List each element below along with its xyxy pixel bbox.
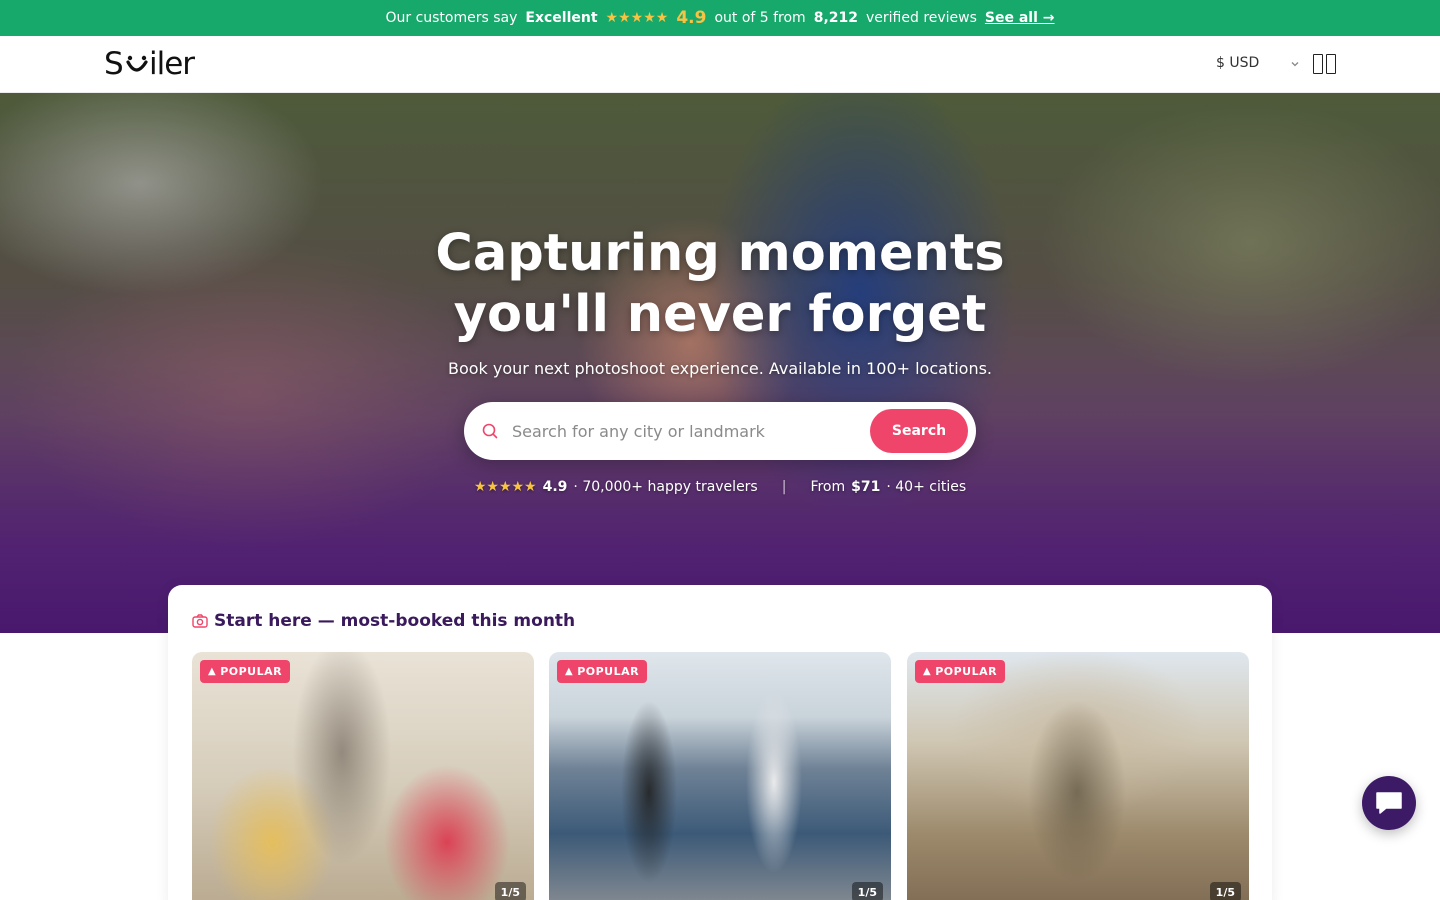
stats-rating: 4.9 (542, 479, 568, 495)
stats-cities: · 40+ cities (886, 479, 967, 495)
popular-badge: ▲ POPULAR (557, 660, 648, 683)
review-score: 4.9 (676, 8, 707, 28)
popular-heading: Start here — most-booked this month (192, 611, 575, 631)
menu-icon[interactable] (1313, 54, 1337, 76)
review-out-of: out of 5 from (714, 10, 806, 26)
svg-text:iler: iler (149, 46, 195, 82)
hero-title: Capturing moments you'll never forget (370, 223, 1070, 345)
site-header: S iler $ USD (0, 36, 1440, 93)
image-counter: 1/5 (1209, 882, 1241, 900)
popular-card[interactable]: ▲ POPULAR 1/5 (907, 652, 1249, 900)
popular-card[interactable]: ▲ POPULAR 1/5 (549, 652, 891, 900)
badge-label: POPULAR (935, 665, 998, 678)
currency-label: $ USD (1216, 55, 1260, 71)
chat-icon (1376, 792, 1402, 814)
stats-travelers: · 70,000+ happy travelers (573, 479, 758, 495)
popular-panel: Start here — most-booked this month ▲ PO… (168, 585, 1272, 900)
hero-content: Capturing moments you'll never forget Bo… (0, 93, 1440, 633)
hero-section: Capturing moments you'll never forget Bo… (0, 93, 1440, 633)
review-banner: Our customers say Excellent ★★★★★ 4.9 ou… (0, 0, 1440, 36)
chevron-down-icon[interactable] (1289, 58, 1301, 70)
logo[interactable]: S iler (104, 46, 219, 82)
svg-text:S: S (104, 46, 123, 82)
flame-icon: ▲ (565, 666, 574, 677)
review-count: 8,212 (813, 10, 858, 26)
currency-selector[interactable]: $ USD (1216, 55, 1259, 71)
hero-stats: ★★★★★ 4.9 · 70,000+ happy travelers | Fr… (370, 479, 1070, 495)
stats-price: $71 (851, 479, 881, 495)
flame-icon: ▲ (923, 666, 932, 677)
review-verified: verified reviews (866, 10, 977, 26)
stats-from: From (810, 479, 846, 495)
review-stars: ★★★★★ (605, 10, 669, 26)
badge-label: POPULAR (220, 665, 283, 678)
menu-icon-left (1313, 54, 1323, 74)
flame-icon: ▲ (208, 666, 217, 677)
menu-icon-right (1326, 54, 1336, 74)
search-icon (482, 423, 498, 439)
badge-label: POPULAR (577, 665, 640, 678)
hero-title-line1: Capturing moments (435, 224, 1005, 283)
popular-heading-text: Start here — most-booked this month (214, 611, 576, 631)
popular-card[interactable]: ▲ POPULAR 1/5 (192, 652, 534, 900)
logo-mark: S iler (104, 46, 196, 82)
review-rating-word: Excellent (525, 10, 598, 26)
search-input[interactable] (512, 416, 862, 446)
image-counter: 1/5 (851, 882, 883, 900)
popular-badge: ▲ POPULAR (915, 660, 1006, 683)
see-all-reviews-link[interactable]: See all → (985, 10, 1055, 26)
stats-stars: ★★★★★ (473, 479, 537, 495)
search-button[interactable]: Search (870, 409, 968, 453)
stats-divider: | (781, 479, 787, 495)
hero-subtitle: Book your next photoshoot experience. Av… (447, 359, 993, 378)
review-intro: Our customers say (385, 10, 518, 26)
camera-icon (192, 614, 208, 628)
chat-button[interactable] (1362, 776, 1416, 830)
image-counter: 1/5 (494, 882, 526, 900)
popular-badge: ▲ POPULAR (200, 660, 291, 683)
search-bar: Search (464, 402, 976, 460)
hero-title-line2: you'll never forget (453, 285, 987, 344)
